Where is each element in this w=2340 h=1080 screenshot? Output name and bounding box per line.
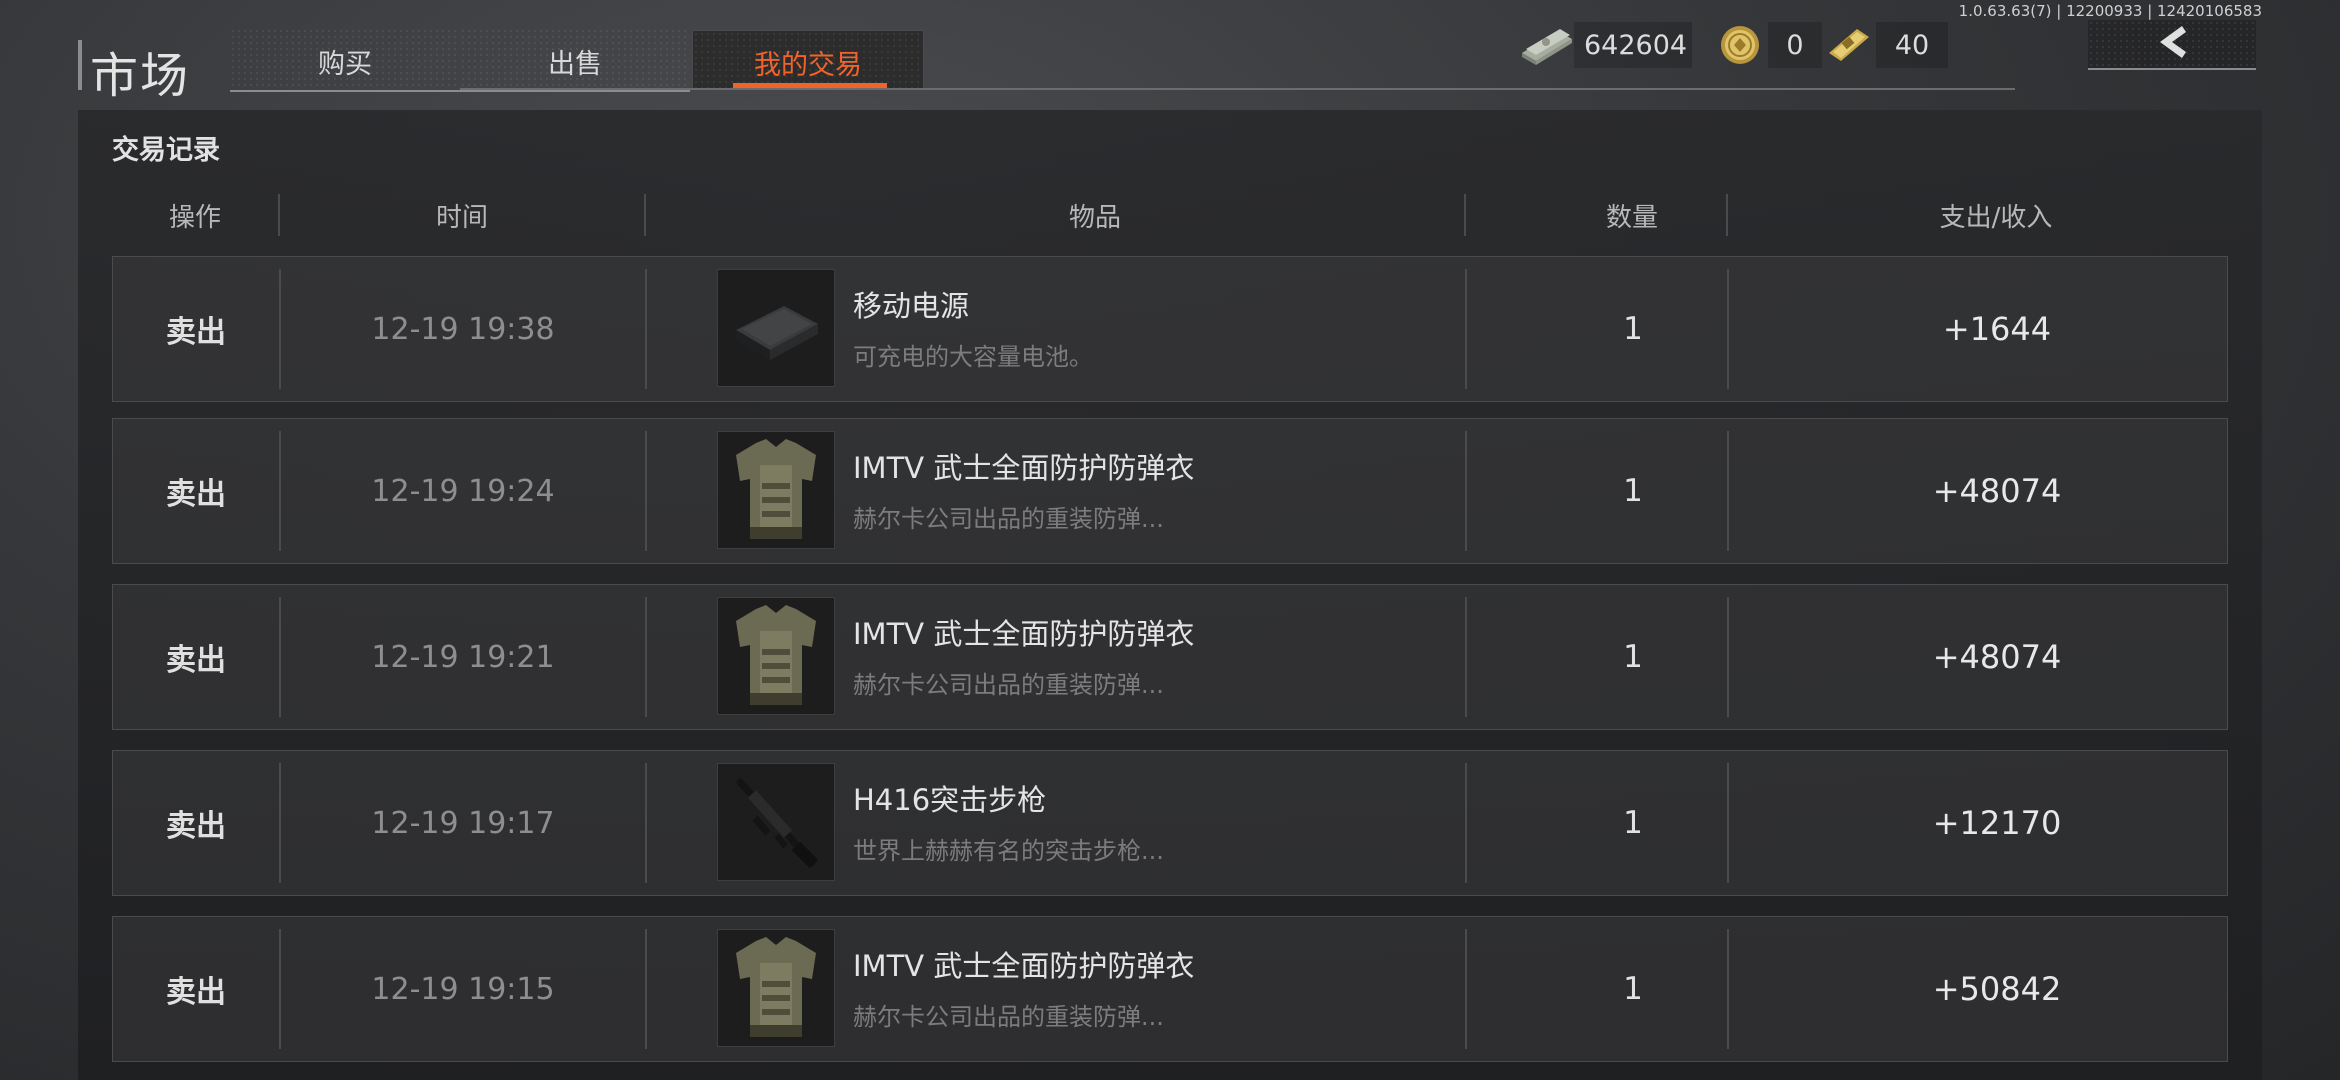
row-separator [1465,763,1467,883]
cash-balance: 642604 [1518,22,1692,68]
row-item-desc: 可充电的大容量电池。 [853,343,1093,371]
row-amount: +48074 [1932,472,2062,510]
row-separator [1727,269,1729,389]
row-item-desc: 赫尔卡公司出品的重装防弹... [853,671,1164,699]
row-time: 12-19 19:17 [371,805,555,841]
cash-stack-icon [1518,22,1574,68]
row-separator [645,597,647,717]
table-row[interactable]: 卖出 12-19 19:38 移动电源 可充电的大容量电池。 1 +1644 [112,256,2228,402]
row-separator [1727,763,1729,883]
table-row[interactable]: 卖出 12-19 19:15 IMTV 武士全面防护防弹衣 赫尔卡公司出品的重装… [112,916,2228,1062]
row-separator [1465,269,1467,389]
body-armor-icon [717,431,835,549]
row-time: 12-19 19:15 [371,971,555,1007]
row-amount: +1644 [1942,310,2052,348]
row-quantity: 1 [1623,311,1643,347]
body-armor-icon [717,929,835,1047]
column-header-time: 时间 [435,202,488,233]
row-item-name: IMTV 武士全面防护防弹衣 [853,451,1195,485]
row-separator [645,763,647,883]
row-action: 卖出 [166,315,226,350]
row-separator [645,431,647,551]
ticket-balance: 40 [1820,22,1948,68]
chevron-left-icon [2152,22,2192,66]
ticket-value: 40 [1876,22,1948,68]
row-separator [1727,929,1729,1049]
row-amount: +48074 [1932,638,2062,676]
page-title: 市场 [90,48,191,104]
tab-buy-label: 购买 [318,49,372,80]
row-separator [1465,431,1467,551]
tab-my-trades-label: 我的交易 [754,50,862,81]
row-separator [1727,431,1729,551]
tab-sell-label: 出售 [548,49,602,80]
table-row[interactable]: 卖出 12-19 19:24 IMTV 武士全面防护防弹衣 赫尔卡公司出品的重装… [112,418,2228,564]
row-item-desc: 赫尔卡公司出品的重装防弹... [853,505,1164,533]
row-separator [645,929,647,1049]
row-separator [1465,929,1467,1049]
table-row[interactable]: 卖出 12-19 19:17 H416突击步枪 世界上赫赫有名的突击步枪... … [112,750,2228,896]
title-accent-bar [78,40,82,90]
row-item-name: H416突击步枪 [853,783,1047,817]
tab-sell[interactable]: 出售 [460,28,690,92]
row-amount: +12170 [1932,804,2062,842]
row-time: 12-19 19:21 [371,639,555,675]
table-row[interactable]: 卖出 12-19 19:21 IMTV 武士全面防护防弹衣 赫尔卡公司出品的重装… [112,584,2228,730]
body-armor-icon [717,597,835,715]
voucher-icon [1820,22,1876,68]
coin-balance: 0 [1712,22,1822,68]
row-quantity: 1 [1623,971,1643,1007]
column-header-amount: 支出/收入 [1939,202,2053,233]
version-label: 1.0.63.63(7) | 12200933 | 12420106583 [1958,2,2262,20]
row-amount: +50842 [1932,970,2062,1008]
row-separator [645,269,647,389]
row-action: 卖出 [166,809,226,844]
row-action: 卖出 [166,975,226,1010]
tab-bar: 购买 出售 我的交易 [230,28,924,92]
row-time: 12-19 19:38 [371,311,555,347]
row-item-name: IMTV 武士全面防护防弹衣 [853,949,1195,983]
row-quantity: 1 [1623,639,1643,675]
tab-buy[interactable]: 购买 [230,28,460,92]
cash-value: 642604 [1574,22,1692,68]
back-button[interactable] [2088,20,2256,70]
row-item-name: IMTV 武士全面防护防弹衣 [853,617,1195,651]
panel-title: 交易记录 [112,135,220,166]
gold-coin-icon [1712,22,1768,68]
header-separator [1726,194,1728,236]
row-action: 卖出 [166,643,226,678]
row-time: 12-19 19:24 [371,473,555,509]
tab-my-trades[interactable]: 我的交易 [692,30,924,89]
column-header-action: 操作 [168,202,221,233]
assault-rifle-icon [717,763,835,881]
row-separator [1727,597,1729,717]
header-divider [460,88,2015,90]
column-header-quantity: 数量 [1605,202,1658,233]
row-item-desc: 赫尔卡公司出品的重装防弹... [853,1003,1164,1031]
row-item-name: 移动电源 [853,289,970,323]
row-quantity: 1 [1623,473,1643,509]
row-separator [1465,597,1467,717]
header-separator [1464,194,1466,236]
row-quantity: 1 [1623,805,1643,841]
coin-value: 0 [1768,22,1822,68]
column-header-item: 物品 [1068,202,1121,233]
row-item-desc: 世界上赫赫有名的突击步枪... [853,837,1164,865]
power-bank-icon [717,269,835,387]
row-action: 卖出 [166,477,226,512]
trade-history-panel: 交易记录 操作 时间 物品 数量 支出/收入 卖出 12-19 19:38 移动… [78,110,2262,1080]
